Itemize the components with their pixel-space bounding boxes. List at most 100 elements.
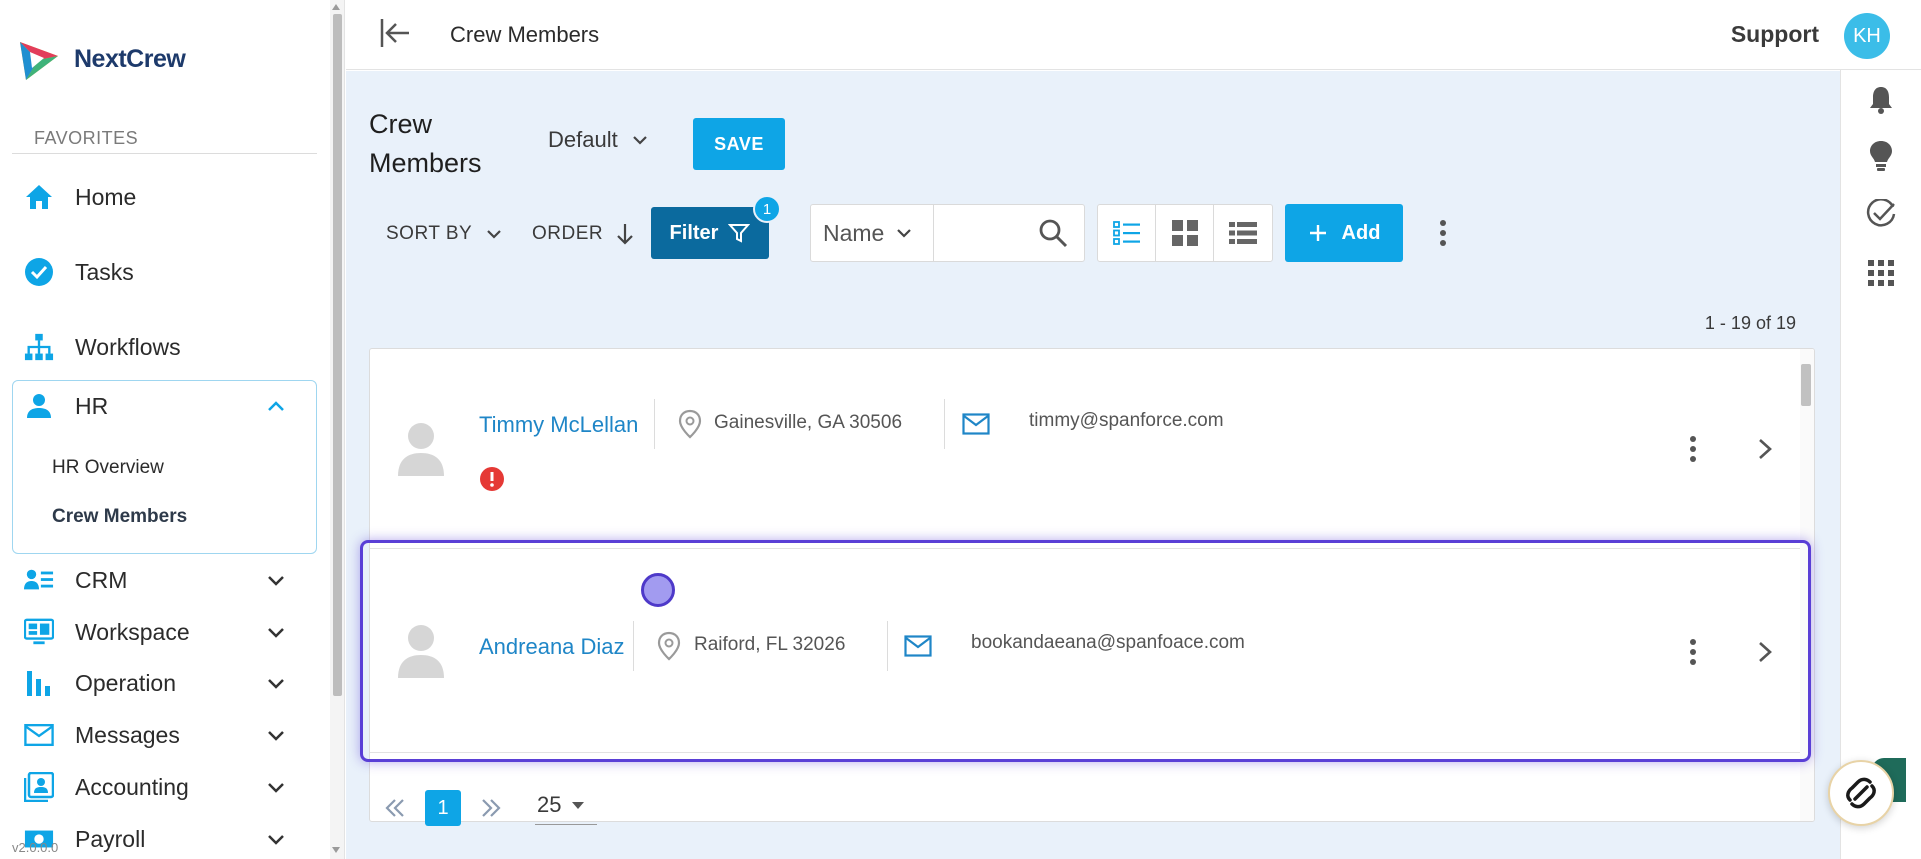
filter-button[interactable]: Filter [651, 207, 769, 259]
check-circle-icon [24, 257, 54, 287]
sidebar-item-hr[interactable]: HR [0, 381, 330, 431]
chevron-down-icon [487, 230, 501, 239]
sidebar-item-workflows[interactable]: Workflows [0, 322, 330, 372]
more-vert-icon[interactable] [1687, 638, 1699, 666]
add-button[interactable]: Add [1285, 204, 1403, 262]
sidebar-item-operation[interactable]: Operation [0, 658, 330, 708]
account-box-icon [24, 772, 54, 802]
collapse-sidebar-icon[interactable] [378, 16, 412, 50]
table-view-button[interactable] [1214, 205, 1272, 261]
home-icon [24, 182, 54, 212]
support-link[interactable]: Support [1731, 21, 1819, 48]
sort-by-dropdown[interactable]: SORT BY [386, 223, 502, 245]
more-vert-icon[interactable] [1431, 219, 1455, 247]
chevron-down-icon [268, 679, 284, 689]
avatar-placeholder-icon [398, 423, 444, 476]
view-select-value: Default [548, 127, 618, 152]
result-count: 1 - 19 of 19 [1704, 313, 1796, 333]
order-label: ORDER [532, 223, 604, 244]
arrow-down-icon [617, 224, 633, 245]
list-view-button[interactable] [1098, 205, 1156, 261]
sidebar-item-home[interactable]: Home [0, 172, 330, 222]
sidebar-subitem-hr-overview[interactable]: HR Overview [52, 457, 164, 479]
avatar-placeholder-icon [398, 625, 444, 678]
lightbulb-icon[interactable] [1861, 136, 1901, 176]
right-rail [1840, 70, 1921, 859]
monitor-icon [24, 617, 54, 647]
row-separator [654, 399, 655, 449]
page-number-current[interactable]: 1 [425, 790, 461, 826]
page-size-value: 25 [537, 791, 562, 817]
sidebar-subitem-crew-members[interactable]: Crew Members [52, 506, 187, 528]
sidebar-item-accounting[interactable]: Accounting [0, 762, 330, 812]
pagination: 1 [381, 783, 505, 833]
row-divider [370, 752, 1801, 753]
main-content: Crew Members Default SAVE SORT BY ORDER … [346, 71, 1840, 859]
chevron-down-icon [268, 628, 284, 638]
list-scroll-thumb[interactable] [1801, 364, 1811, 406]
sidebar-item-label: Home [75, 183, 137, 210]
assistant-fab-button[interactable] [1828, 760, 1894, 826]
location-pin-icon [657, 631, 681, 661]
sidebar-item-tasks[interactable]: Tasks [0, 247, 330, 297]
sidebar-item-workspace[interactable]: Workspace [0, 607, 330, 657]
crew-member-location: Raiford, FL 32026 [694, 634, 846, 655]
more-vert-icon[interactable] [1687, 435, 1699, 463]
list-item[interactable]: Timmy McLellan Gainesville, GA 30506 tim… [370, 349, 1801, 539]
chevron-down-icon [268, 576, 284, 586]
mail-icon [904, 635, 932, 657]
bell-icon[interactable] [1861, 80, 1901, 120]
scroll-up-icon[interactable] [332, 4, 340, 10]
filter-icon [728, 224, 751, 243]
grid-view-button[interactable] [1156, 205, 1214, 261]
sidebar-item-crm[interactable]: CRM [0, 555, 330, 605]
chevron-down-icon [632, 136, 647, 145]
sidebar-item-label: Operation [75, 669, 177, 696]
save-button[interactable]: SAVE [693, 118, 785, 170]
list-scrollbar[interactable] [1800, 349, 1814, 821]
chevron-right-icon[interactable] [1755, 437, 1775, 461]
last-page-icon[interactable] [477, 794, 505, 822]
sidebar-item-messages[interactable]: Messages [0, 710, 330, 760]
brand[interactable]: NextCrew [14, 34, 186, 84]
search-input[interactable] [935, 205, 1035, 261]
crew-member-email[interactable]: bookandaeana@spanfoace.com [971, 632, 1245, 654]
crew-member-list: Timmy McLellan Gainesville, GA 30506 tim… [369, 348, 1815, 822]
search-field-select[interactable]: Name [811, 205, 934, 261]
chevron-down-icon [268, 783, 284, 793]
row-separator [633, 621, 634, 671]
user-avatar[interactable]: KH [1844, 13, 1890, 59]
crew-member-name[interactable]: Andreana Diaz [479, 634, 625, 660]
add-label: Add [1341, 221, 1381, 244]
chevron-down-icon [897, 229, 912, 238]
topbar: Crew Members Support KH [346, 0, 1921, 70]
list-item[interactable]: Andreana Diaz Raiford, FL 32026 bookanda… [370, 549, 1801, 749]
search-icon[interactable] [1037, 217, 1069, 249]
sort-by-label: SORT BY [386, 223, 473, 244]
sidebar-scroll-thumb[interactable] [333, 14, 342, 696]
chevron-down-icon [268, 835, 284, 845]
sidebar-item-label: CRM [75, 566, 128, 593]
page-size-select[interactable]: 25 [535, 785, 597, 825]
nextcrew-logo-icon [20, 42, 58, 80]
sidebar-item-label: Workspace [75, 618, 190, 645]
filter-count-badge: 1 [753, 195, 781, 223]
chevron-right-icon[interactable] [1755, 640, 1775, 664]
scroll-down-icon[interactable] [332, 847, 340, 853]
apps-grid-icon[interactable] [1861, 253, 1901, 293]
crew-member-email[interactable]: timmy@spanforce.com [1029, 410, 1224, 432]
order-toggle[interactable]: ORDER [532, 223, 635, 245]
app-version: v2.0.0.0 [12, 840, 59, 855]
row-separator [887, 621, 888, 671]
sidebar-item-label: Payroll [75, 825, 146, 852]
crew-member-name[interactable]: Timmy McLellan [479, 412, 638, 438]
first-page-icon[interactable] [381, 794, 409, 822]
check-task-icon[interactable] [1861, 194, 1901, 234]
mail-icon [962, 413, 990, 435]
view-select[interactable]: Default [548, 127, 648, 153]
search-group: Name [810, 204, 1085, 262]
chevron-down-icon [268, 731, 284, 741]
topbar-title: Crew Members [450, 22, 600, 47]
sidebar: NextCrew FAVORITES Home Tasks Workflows … [0, 0, 345, 859]
alert-icon[interactable] [479, 466, 505, 492]
